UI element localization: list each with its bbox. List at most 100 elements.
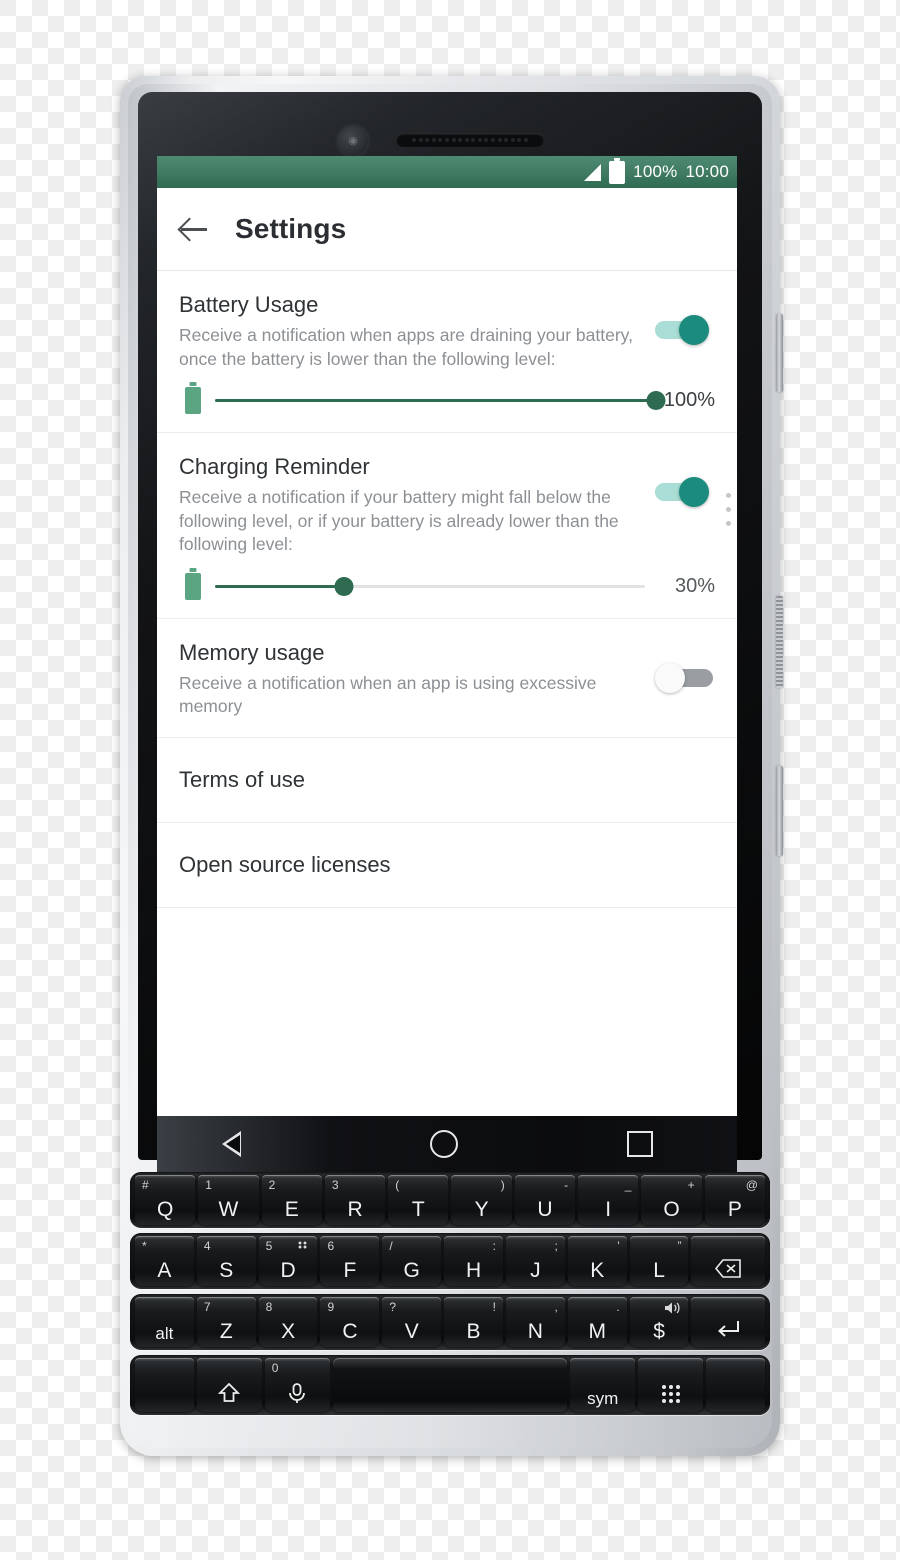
front-camera-icon: ◉ <box>338 126 368 156</box>
key-[interactable]: $ <box>629 1297 689 1347</box>
key-sym[interactable]: sym <box>570 1358 636 1412</box>
keyboard-row-2: * A 4 S 5 D 6 F / G: H; J ' K” L <box>130 1233 770 1289</box>
key-w[interactable]: 1W <box>198 1175 259 1225</box>
volume-up-button[interactable] <box>776 314 783 392</box>
setting-description: Receive a notification if your battery m… <box>179 487 619 555</box>
key-p[interactable]: @ P <box>704 1175 765 1225</box>
key-l[interactable]: ” L <box>629 1236 689 1286</box>
key-shift[interactable] <box>196 1358 262 1412</box>
key-label: J <box>530 1259 541 1282</box>
setting-title: Memory usage <box>179 639 325 665</box>
toggle-charging-reminder[interactable] <box>655 475 715 509</box>
key-y[interactable]: ) Y <box>451 1175 512 1225</box>
key-alt-label: 6 <box>327 1239 335 1253</box>
key-a[interactable]: * A <box>135 1236 194 1286</box>
key-h[interactable]: :H <box>444 1236 503 1286</box>
key-enter[interactable] <box>691 1297 765 1347</box>
toggle-memory-usage[interactable] <box>655 661 715 695</box>
key-j[interactable]: ; J <box>505 1236 565 1286</box>
status-bar: 100% 10:00 <box>157 156 737 188</box>
key-label: sym <box>587 1389 619 1408</box>
setting-row-memory-usage[interactable]: Memory usage Receive a notification when… <box>157 619 737 738</box>
key-q[interactable]: # Q <box>135 1175 196 1225</box>
key-app-grid[interactable] <box>638 1358 704 1412</box>
key-i[interactable]: _ I <box>578 1175 639 1225</box>
key-alt[interactable]: alt <box>135 1297 194 1347</box>
key-space-key[interactable] <box>332 1358 568 1412</box>
keyboard-dots-icon <box>298 1241 308 1249</box>
setting-row-battery-usage[interactable]: Battery Usage Receive a notification whe… <box>157 271 737 434</box>
key-label: X <box>281 1320 296 1343</box>
key-alt-label: ) <box>500 1178 505 1192</box>
nav-recents-square-icon[interactable] <box>626 1131 653 1157</box>
battery-percent-label: 100% <box>633 162 678 181</box>
enter-icon <box>716 1319 740 1339</box>
convenience-key-button[interactable] <box>776 596 783 688</box>
backspace-icon <box>715 1259 742 1278</box>
setting-description: Receive a notification when apps are dra… <box>179 325 633 369</box>
key-label: S <box>219 1259 234 1282</box>
key-v[interactable]: ? V <box>382 1297 442 1347</box>
key-g[interactable]: / G <box>382 1236 442 1286</box>
back-arrow-icon[interactable] <box>179 214 209 244</box>
key-alt-label: + <box>687 1178 695 1192</box>
key-alt-label: . <box>616 1300 620 1314</box>
slider-battery-usage[interactable] <box>215 388 666 414</box>
slider-charging-reminder[interactable] <box>215 573 645 599</box>
key-x[interactable]: 8X <box>258 1297 318 1347</box>
key-m[interactable]: .M <box>567 1297 627 1347</box>
toggle-thumb <box>679 477 709 508</box>
key-alt-label: ? <box>389 1300 396 1314</box>
keyboard-row-3: alt 7 Z 8 X 9 C? V! B, N. M $ <box>130 1294 770 1350</box>
earpiece-speaker-grille-icon <box>396 133 544 147</box>
key-d[interactable]: 5D <box>258 1236 318 1286</box>
key-alt-label: ” <box>677 1239 682 1253</box>
key-e[interactable]: 2E <box>261 1175 322 1225</box>
app-grid-icon <box>661 1385 680 1403</box>
android-navigation-bar <box>157 1116 737 1172</box>
setting-row-charging-reminder[interactable]: Charging Reminder Receive a notification… <box>157 433 737 619</box>
key-label: N <box>527 1320 543 1343</box>
key-label: $ <box>653 1320 665 1343</box>
nav-home-circle-icon[interactable] <box>429 1130 458 1158</box>
key-label: F <box>343 1259 357 1282</box>
slider-thumb[interactable] <box>646 391 666 411</box>
key-r[interactable]: 3R <box>324 1175 386 1225</box>
toggle-battery-usage[interactable] <box>655 313 715 347</box>
overflow-dots-indicator <box>726 493 731 527</box>
setting-row-terms-of-use[interactable]: Terms of use <box>157 738 737 823</box>
key-alt-label: * <box>142 1239 147 1253</box>
setting-title: Open source licenses <box>179 851 391 877</box>
physical-keyboard: # Q 1 W 2 E 3 R(T) Y - U _ I + O @ P * A 4 S 5 D 6 F / G: H; J ' K” L … <box>130 1172 770 1416</box>
key-b[interactable]: ! B <box>444 1297 503 1347</box>
key-alt-label: @ <box>745 1178 758 1192</box>
slider-fill <box>215 399 656 403</box>
key-o[interactable]: + O <box>641 1175 702 1225</box>
key-s[interactable]: 4S <box>196 1236 256 1286</box>
slider-thumb[interactable] <box>334 576 354 596</box>
key-alt-label: 0 <box>271 1361 279 1375</box>
battery-icon <box>185 387 201 415</box>
key-microphone[interactable]: 0 <box>264 1358 330 1412</box>
power-button[interactable] <box>776 766 783 856</box>
key-c[interactable]: 9C <box>320 1297 380 1347</box>
signal-bars-icon <box>584 163 602 181</box>
key-label: L <box>653 1259 665 1282</box>
key-label: I <box>605 1198 612 1221</box>
setting-title: Charging Reminder <box>179 454 370 480</box>
key-label: H <box>465 1259 482 1282</box>
key-f[interactable]: 6F <box>320 1236 380 1286</box>
key-u[interactable]: -U <box>514 1175 576 1225</box>
battery-usage-slider-row[interactable]: 100% <box>179 387 715 415</box>
key-k[interactable]: ' K <box>567 1236 627 1286</box>
key-alt-label: 3 <box>331 1178 339 1192</box>
key-label: Y <box>474 1198 489 1221</box>
key-backspace[interactable] <box>691 1236 765 1286</box>
setting-row-open-source-licenses[interactable]: Open source licenses <box>157 823 737 908</box>
key-t[interactable]: (T <box>388 1175 449 1225</box>
toggle-thumb <box>655 662 685 693</box>
key-z[interactable]: 7Z <box>196 1297 256 1347</box>
key-n[interactable]: ,N <box>505 1297 565 1347</box>
nav-back-triangle-icon[interactable] <box>222 1131 261 1157</box>
charging-reminder-slider-row[interactable]: 30% <box>179 572 715 600</box>
